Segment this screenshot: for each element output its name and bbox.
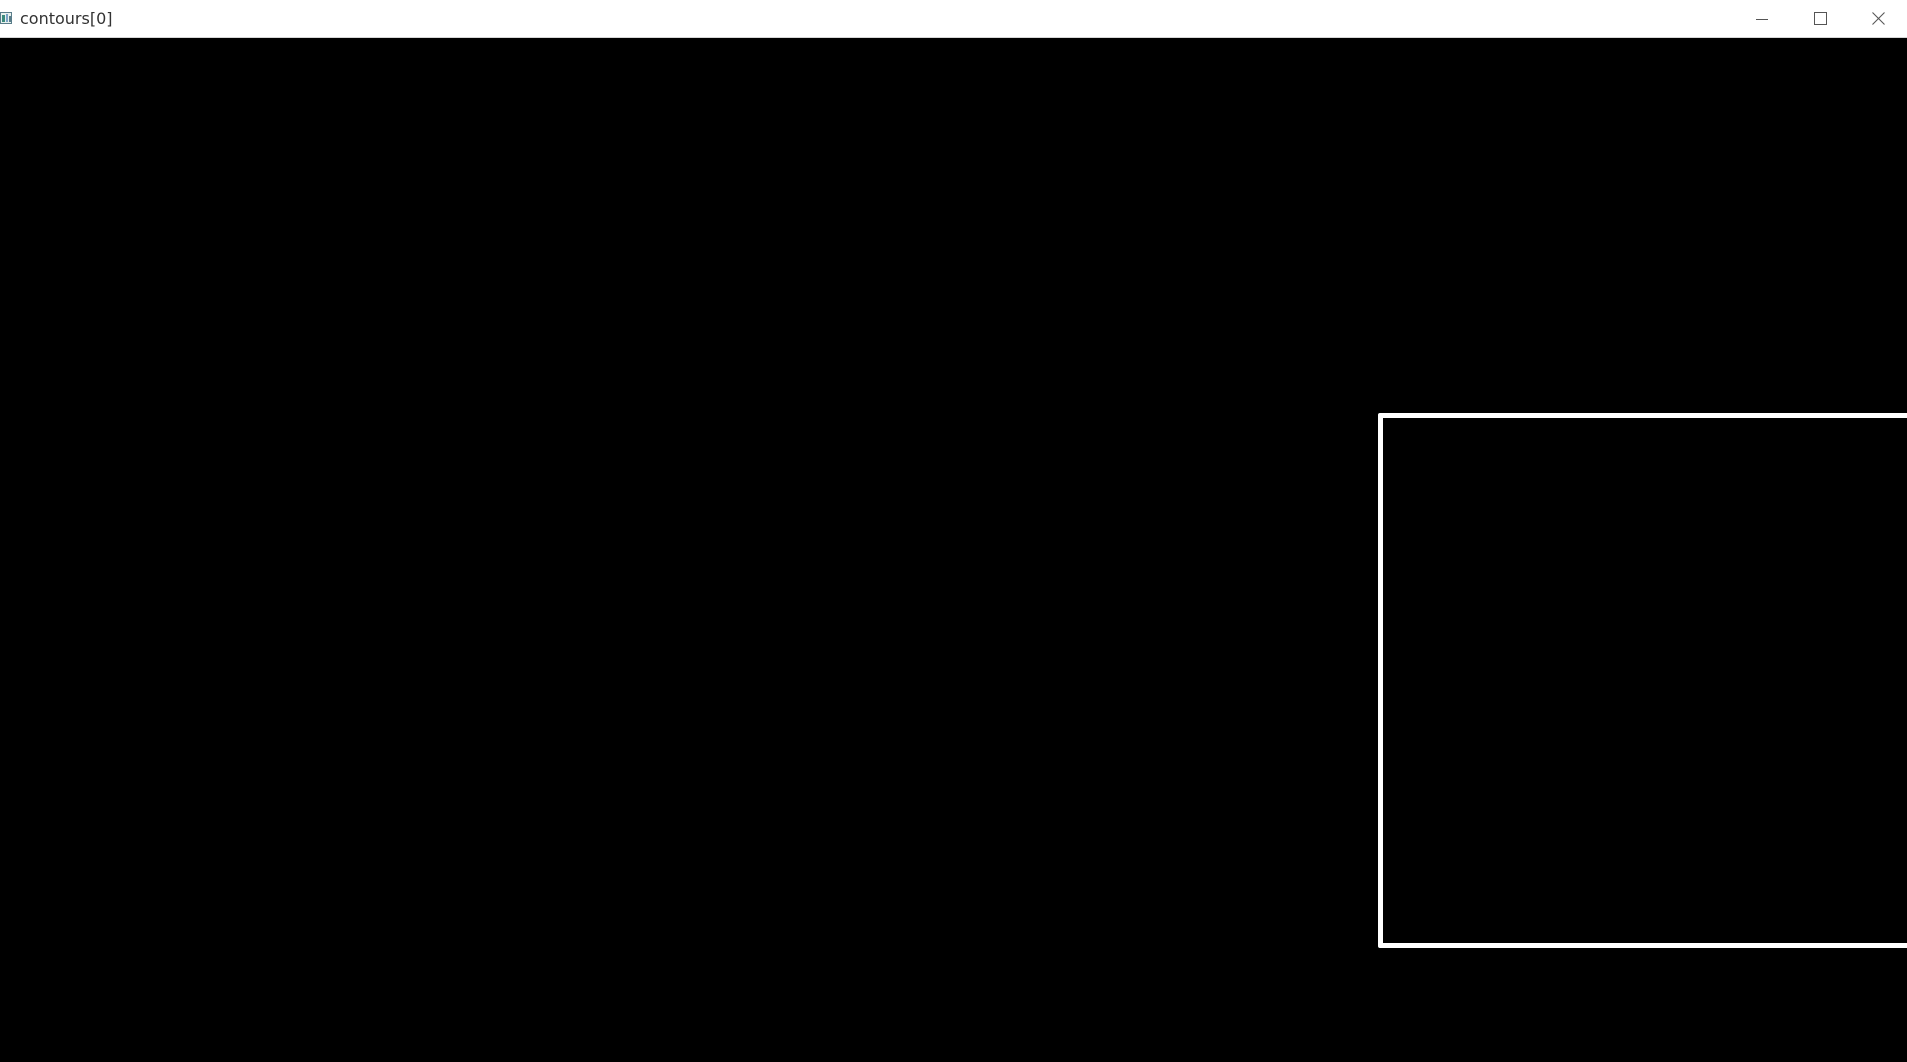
- close-icon: [1871, 12, 1885, 25]
- app-window: contours[0]: [0, 0, 1907, 1062]
- minimize-icon: [1756, 18, 1768, 20]
- maximize-button[interactable]: [1791, 0, 1849, 37]
- close-button[interactable]: [1849, 0, 1907, 37]
- contour-rectangle: [1378, 413, 1907, 948]
- title-bar[interactable]: contours[0]: [0, 0, 1907, 38]
- window-title: contours[0]: [20, 9, 113, 28]
- image-canvas: [0, 38, 1907, 1062]
- maximize-icon: [1813, 12, 1827, 25]
- minimize-button[interactable]: [1733, 0, 1791, 37]
- app-icon: [0, 12, 12, 24]
